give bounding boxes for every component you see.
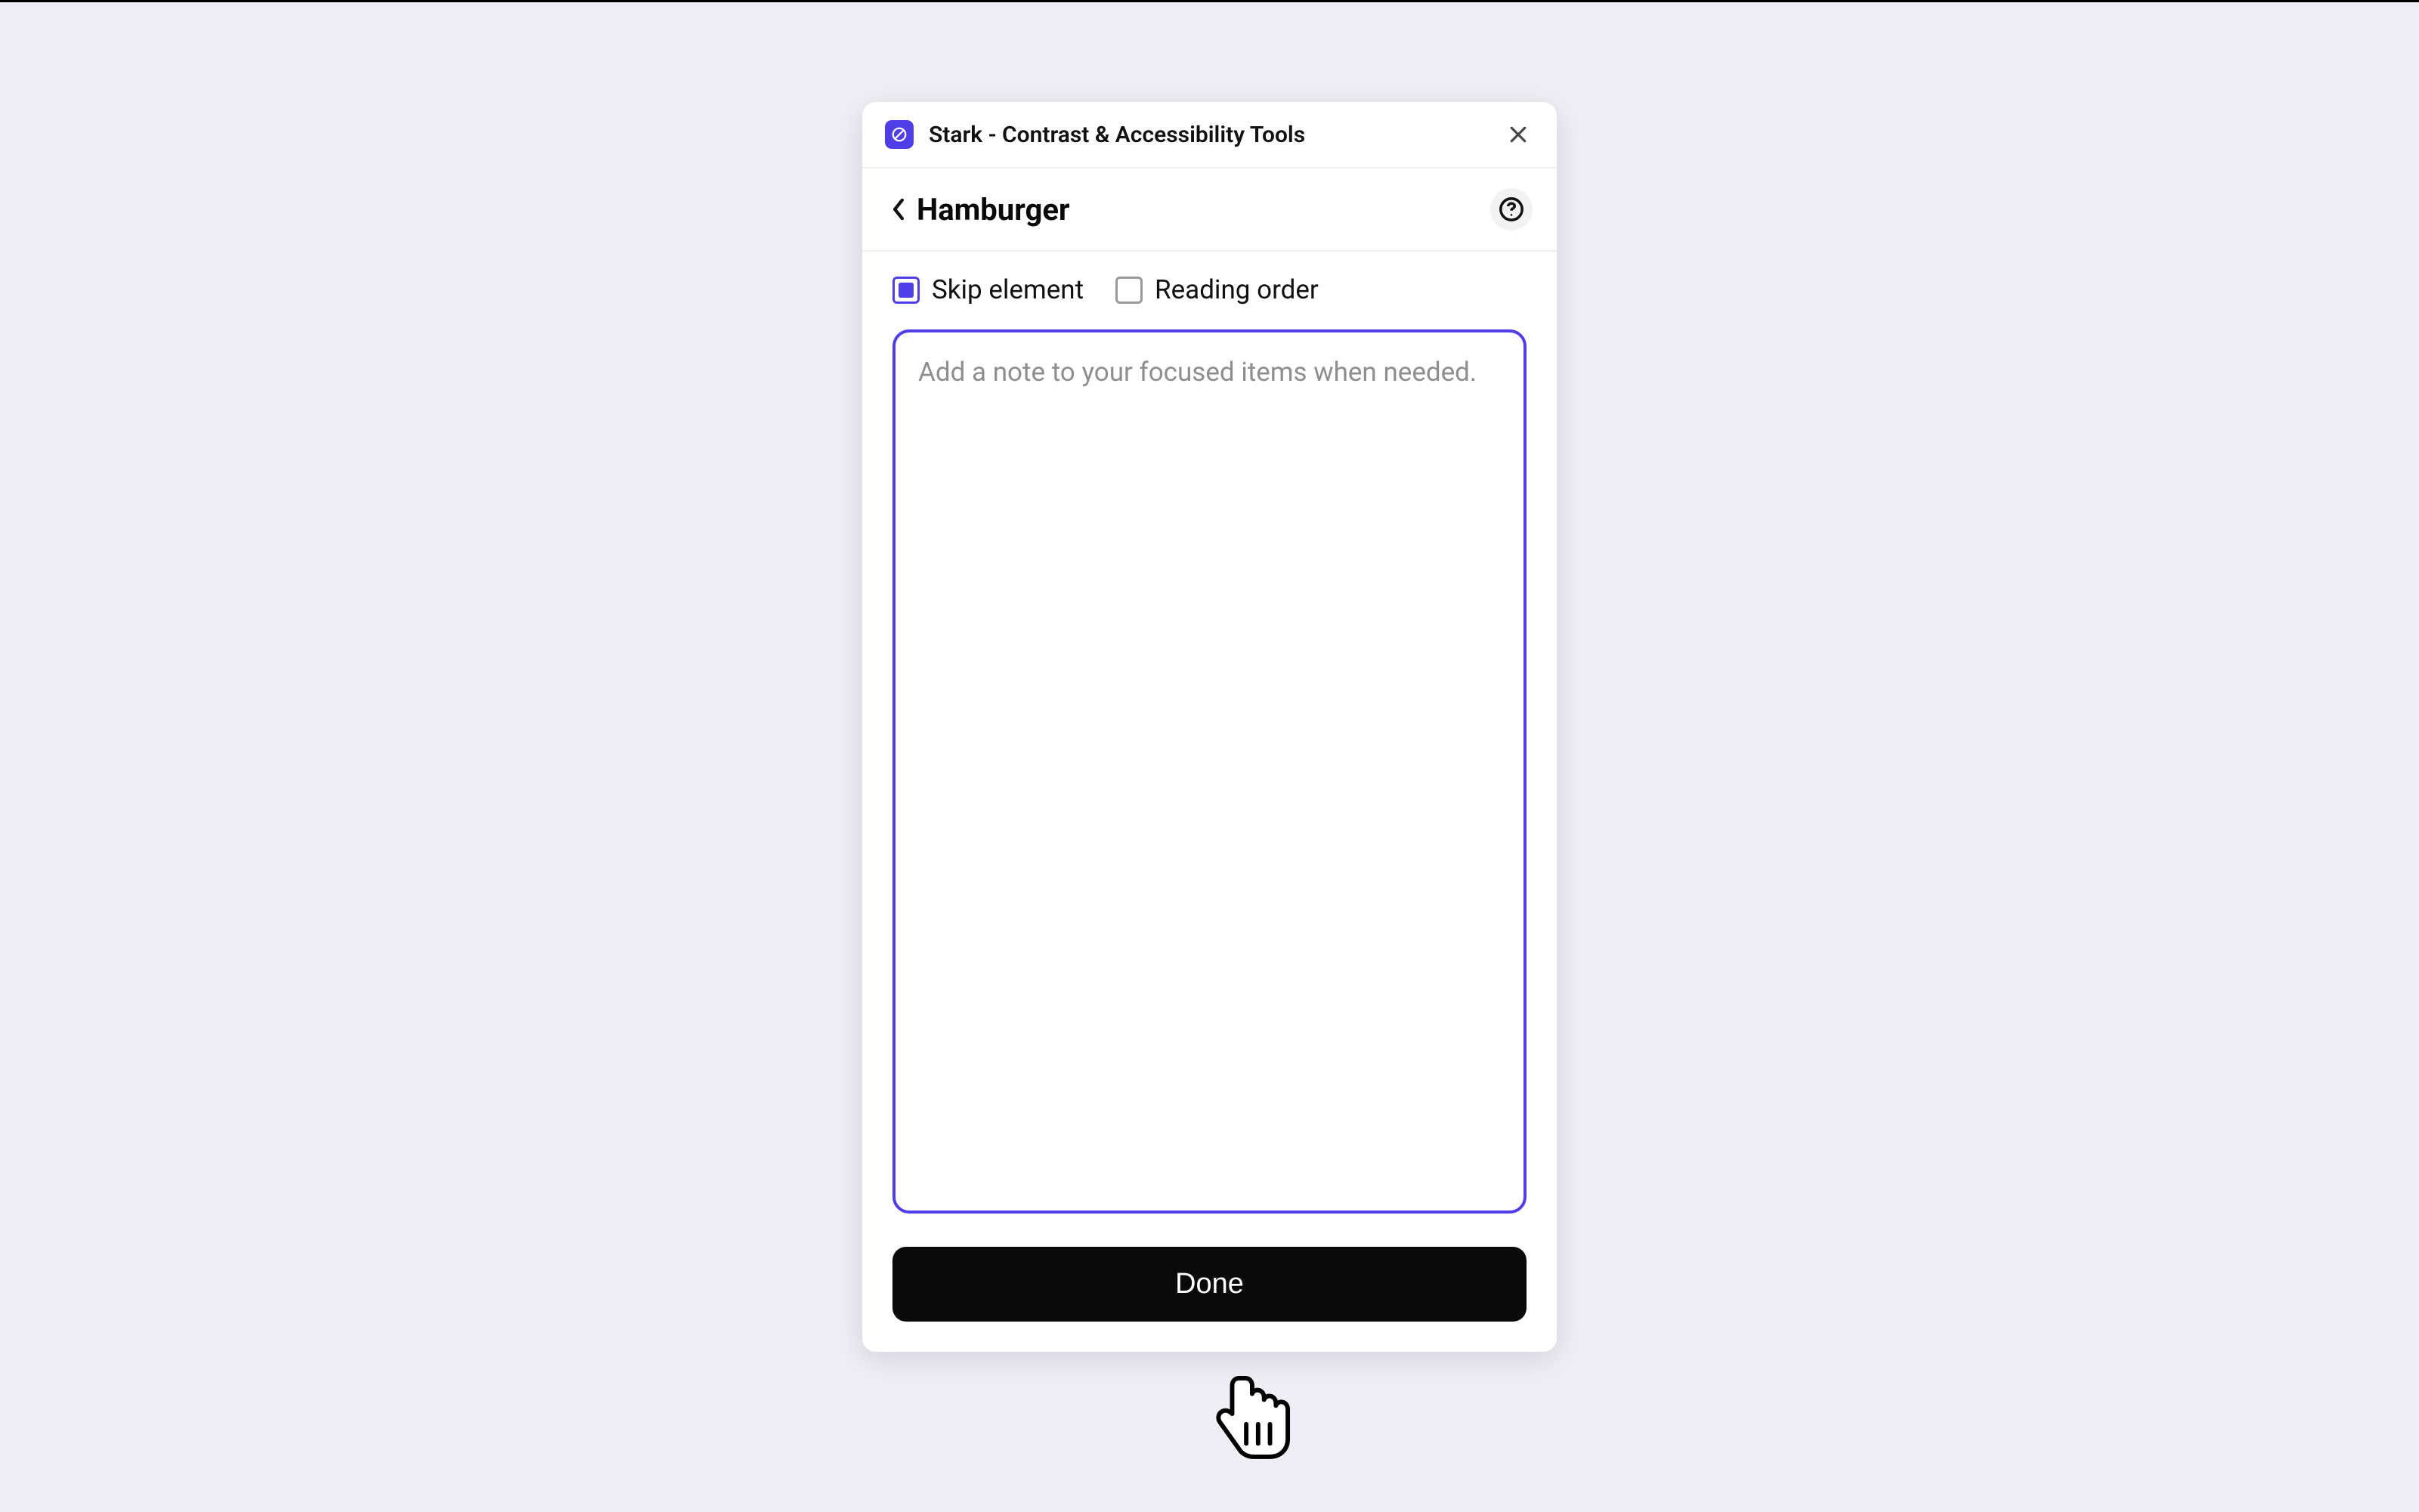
reading-order-checkbox[interactable]: Reading order — [1115, 274, 1319, 305]
titlebar: Stark - Contrast & Accessibility Tools — [862, 102, 1557, 169]
back-button[interactable] — [886, 193, 911, 225]
close-button[interactable] — [1502, 119, 1534, 150]
note-textarea[interactable] — [892, 329, 1527, 1214]
help-button[interactable] — [1490, 188, 1533, 230]
checkbox-box-icon — [1115, 277, 1143, 304]
done-button[interactable]: Done — [892, 1247, 1527, 1322]
chevron-left-icon — [889, 196, 908, 222]
checkbox-row: Skip element Reading order — [892, 274, 1527, 305]
cursor-pointer-icon — [1211, 1370, 1292, 1461]
panel-body: Skip element Reading order Done — [862, 252, 1557, 1352]
checkbox-label: Skip element — [932, 274, 1084, 305]
checkbox-label: Reading order — [1155, 274, 1319, 305]
panel-header: Hamburger — [862, 169, 1557, 252]
titlebar-title: Stark - Contrast & Accessibility Tools — [929, 122, 1502, 148]
close-icon — [1507, 123, 1530, 146]
checkbox-box-icon — [892, 277, 920, 304]
skip-element-checkbox[interactable]: Skip element — [892, 274, 1084, 305]
question-icon — [1499, 196, 1524, 222]
panel-title: Hamburger — [917, 192, 1490, 227]
stark-plugin-window: Stark - Contrast & Accessibility Tools H… — [862, 102, 1557, 1352]
stark-app-icon — [885, 120, 914, 149]
